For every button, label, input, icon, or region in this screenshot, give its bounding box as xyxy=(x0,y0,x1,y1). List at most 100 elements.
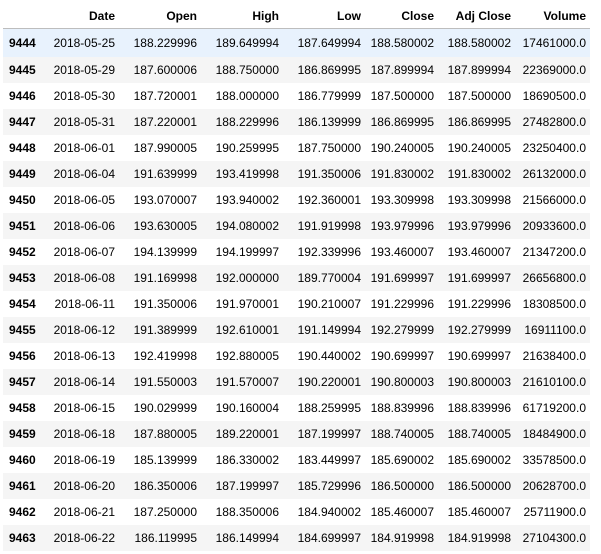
table-cell: 21638400.0 xyxy=(522,348,586,363)
table-cell: 187.250000 xyxy=(133,504,197,519)
table-cell: 187.500000 xyxy=(370,88,434,103)
row-index: 9448 xyxy=(9,140,36,155)
table-row: 9454 2018-06-11 191.350006 191.970001 190.21… xyxy=(3,291,590,317)
table-cell: 27104300.0 xyxy=(515,524,590,551)
column-header-low: Low xyxy=(283,3,365,29)
table-cell: 191.550003 xyxy=(119,368,201,395)
table-cell: 191.830002 xyxy=(365,160,438,187)
table-cell: 187.880005 xyxy=(119,420,201,447)
table-cell: 2018-05-25 xyxy=(48,28,119,57)
row-index: 9451 xyxy=(3,212,48,239)
table-row: 9451 2018-06-06 193.630005 194.080002 191.91… xyxy=(3,212,590,239)
table-cell: 188.750000 xyxy=(201,56,283,83)
table-cell: 33578500.0 xyxy=(522,452,586,467)
row-index: 9452 xyxy=(9,244,36,259)
table-cell: 186.869995 xyxy=(438,108,515,135)
table-cell: 192.880005 xyxy=(215,348,279,363)
table-cell: 190.210007 xyxy=(297,296,361,311)
table-cell: 186.869995 xyxy=(365,108,438,135)
table-cell: 188.229996 xyxy=(201,108,283,135)
index-header xyxy=(3,3,48,29)
table-cell: 184.919998 xyxy=(438,524,515,551)
table-row: 9459 2018-06-18 187.880005 189.220001 187.19… xyxy=(3,420,590,447)
table-cell: 186.500000 xyxy=(438,472,515,499)
table-cell: 2018-06-14 xyxy=(48,368,119,395)
table-row: 9446 2018-05-30 187.720001 188.000000 186.77… xyxy=(3,83,590,109)
table-cell: 2018-06-08 xyxy=(48,264,119,291)
table-cell: 2018-05-30 xyxy=(53,88,115,103)
row-index: 9463 xyxy=(3,524,48,551)
table-cell: 189.770004 xyxy=(283,264,365,291)
table-cell: 192.279999 xyxy=(365,316,438,343)
table-cell: 2018-06-12 xyxy=(48,316,119,343)
table-cell: 185.460007 xyxy=(447,504,511,519)
table-cell: 21347200.0 xyxy=(522,244,586,259)
table-cell: 187.220001 xyxy=(119,108,201,135)
table-cell: 185.139999 xyxy=(133,452,197,467)
header-row: Date Open High Low Close Adj Close Volum… xyxy=(3,3,590,29)
table-cell: 185.690002 xyxy=(447,452,511,467)
table-cell: 25711900.0 xyxy=(523,504,586,519)
table-row: 9462 2018-06-21 187.250000 188.350006 184.94… xyxy=(3,499,590,525)
table-cell: 187.199997 xyxy=(201,472,283,499)
table-row: 9450 2018-06-05 193.070007 193.940002 192.36… xyxy=(3,187,590,213)
table-cell: 2018-06-20 xyxy=(48,472,119,499)
table-cell: 191.350006 xyxy=(133,296,197,311)
column-header-adj-close: Adj Close xyxy=(438,3,515,29)
table-cell: 2018-05-29 xyxy=(48,56,119,83)
table-cell: 18690500.0 xyxy=(522,88,586,103)
table-cell: 189.220001 xyxy=(201,420,283,447)
table-cell: 193.979996 xyxy=(365,212,438,239)
table-row: 9458 2018-06-15 190.029999 190.160004 188.25… xyxy=(3,395,590,421)
column-header-date: Date xyxy=(48,3,119,29)
table-cell: 61719200.0 xyxy=(522,400,586,415)
table-cell: 188.350006 xyxy=(215,504,279,519)
row-index: 9446 xyxy=(9,88,36,103)
table-cell: 187.199997 xyxy=(283,420,365,447)
table-cell: 188.740005 xyxy=(438,420,515,447)
table-cell: 187.720001 xyxy=(133,88,197,103)
table-cell: 187.600006 xyxy=(119,56,201,83)
table-cell: 26132000.0 xyxy=(515,160,590,187)
table-row: 9463 2018-06-22 186.119995 186.149994 184.69… xyxy=(3,524,590,551)
table-cell: 21566000.0 xyxy=(522,192,586,207)
table-cell: 2018-06-22 xyxy=(48,524,119,551)
table-cell: 191.970001 xyxy=(215,296,279,311)
column-header-volume: Volume xyxy=(515,3,590,29)
table-cell: 193.460007 xyxy=(370,244,434,259)
table-cell: 192.419998 xyxy=(133,348,197,363)
table-cell: 193.419998 xyxy=(201,160,283,187)
table-cell: 2018-06-19 xyxy=(53,452,115,467)
table-row: 9456 2018-06-13 192.419998 192.880005 190.44… xyxy=(3,343,590,369)
table-cell: 2018-06-06 xyxy=(48,212,119,239)
row-index: 9453 xyxy=(3,264,48,291)
table-cell: 194.080002 xyxy=(201,212,283,239)
table-cell: 191.830002 xyxy=(438,160,515,187)
table-cell: 20628700.0 xyxy=(515,472,590,499)
table-row: 9449 2018-06-04 191.639999 193.419998 191.35… xyxy=(3,160,590,187)
table-cell: 16911100.0 xyxy=(515,316,590,343)
table-cell: 23250400.0 xyxy=(522,140,586,155)
table-row: 9453 2018-06-08 191.169998 192.000000 189.77… xyxy=(3,264,590,291)
table-cell: 191.149994 xyxy=(283,316,365,343)
table-cell: 189.649994 xyxy=(201,28,283,57)
table-cell: 2018-06-05 xyxy=(53,192,115,207)
table-cell: 186.779999 xyxy=(297,88,361,103)
table-cell: 192.339996 xyxy=(297,244,361,259)
table-cell: 190.800003 xyxy=(438,368,515,395)
table-cell: 192.279999 xyxy=(438,316,515,343)
column-header-open: Open xyxy=(119,3,201,29)
table-cell: 188.229996 xyxy=(119,28,201,57)
table-cell: 186.350006 xyxy=(119,472,201,499)
dataframe-output: Date Open High Low Close Adj Close Volum… xyxy=(0,0,601,554)
row-index: 9445 xyxy=(3,56,48,83)
table-cell: 2018-06-21 xyxy=(53,504,115,519)
table-cell: 185.690002 xyxy=(370,452,434,467)
table-cell: 191.919998 xyxy=(283,212,365,239)
table-row: 9447 2018-05-31 187.220001 188.229996 186.13… xyxy=(3,108,590,135)
row-index: 9462 xyxy=(9,504,36,519)
table-cell: 2018-06-01 xyxy=(53,140,115,155)
column-header-close: Close xyxy=(365,3,438,29)
table-cell: 190.440002 xyxy=(297,348,361,363)
table-cell: 185.460007 xyxy=(370,504,434,519)
